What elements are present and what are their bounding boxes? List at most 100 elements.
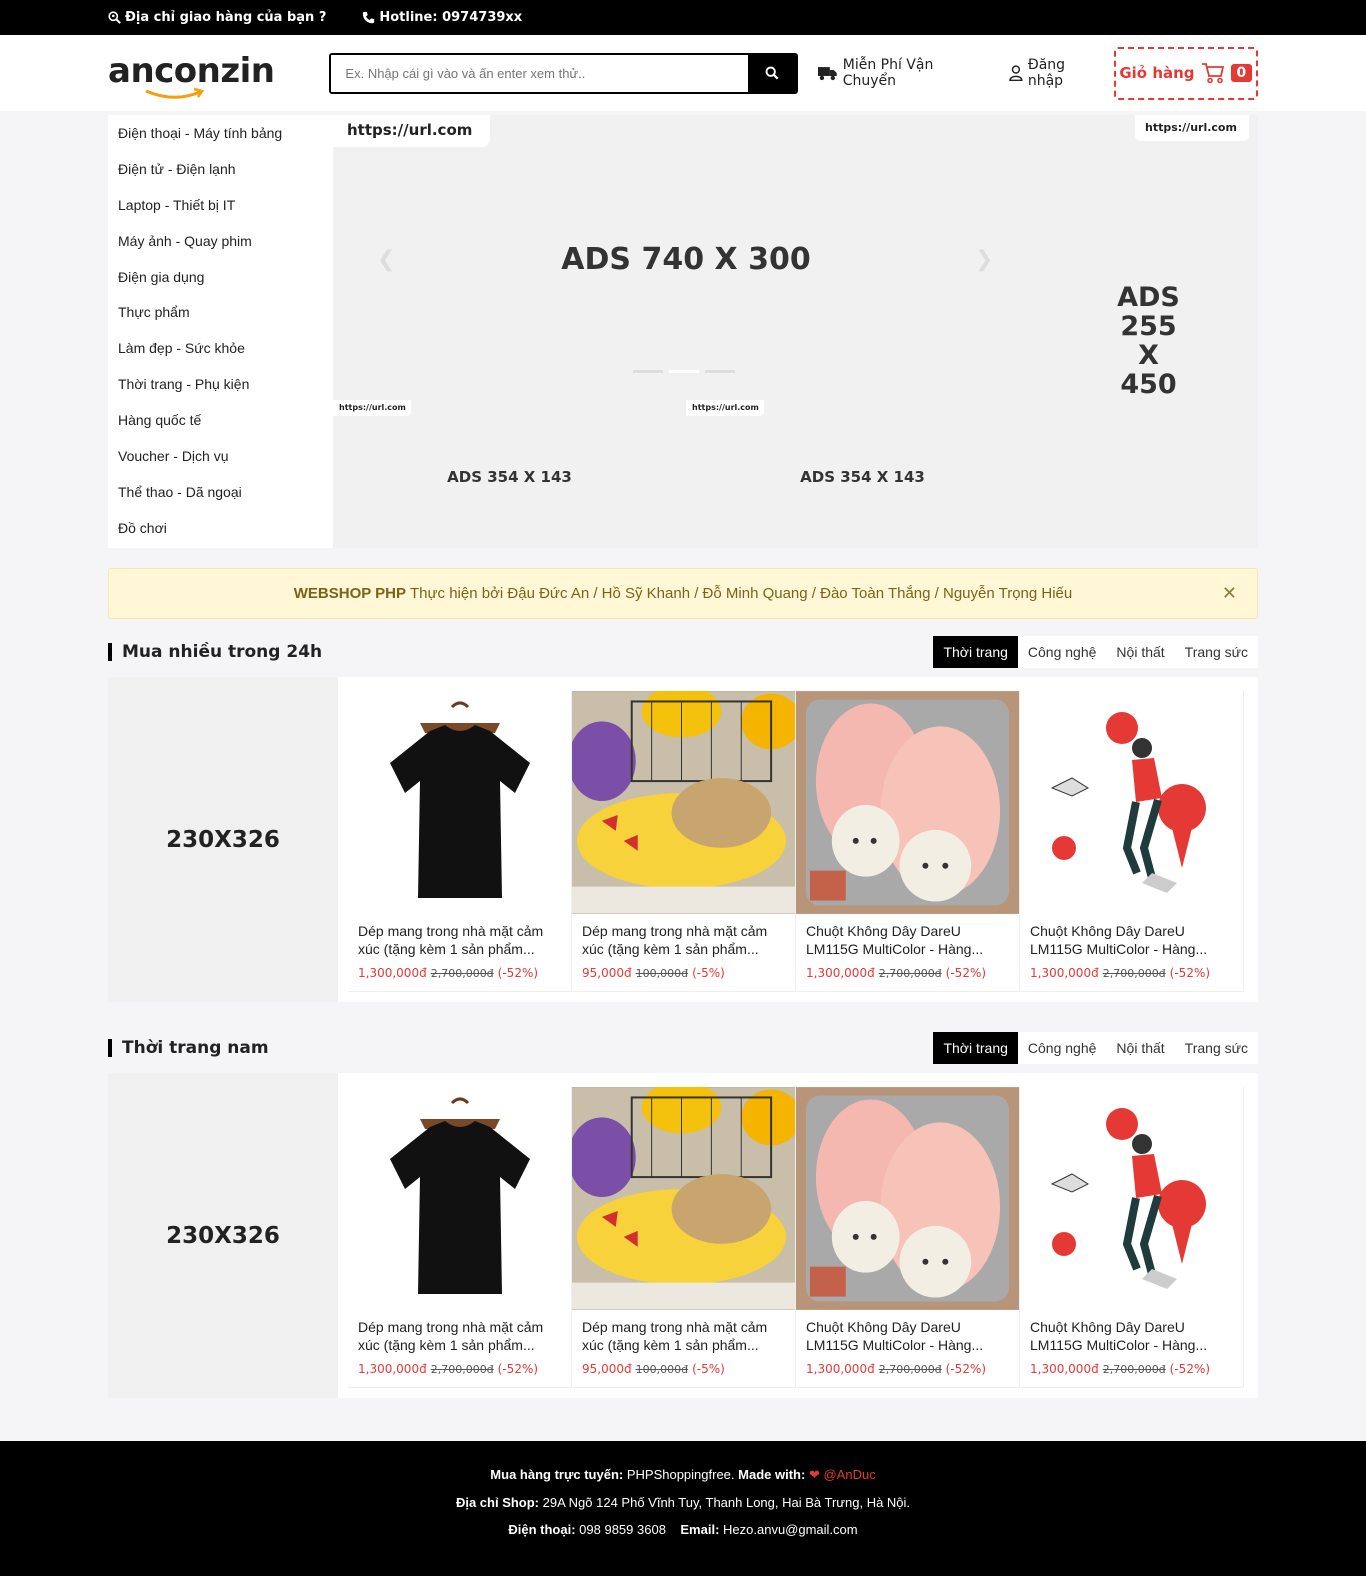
notice-brand: WEBSHOP PHP (293, 585, 406, 602)
email-link[interactable]: Hezo.anvu@gmail.com (723, 1522, 858, 1537)
product-name: Chuột Không Dây DareU LM115G MultiColor … (806, 1319, 984, 1353)
search-button[interactable] (748, 54, 796, 92)
tab-furniture[interactable]: Nội thất (1106, 1032, 1174, 1064)
tab-fashion[interactable]: Thời trang (933, 1032, 1018, 1064)
tab-jewelry[interactable]: Trang sức (1175, 1032, 1258, 1064)
tab-technology[interactable]: Công nghệ (1018, 636, 1107, 668)
product-price-row: 95,000đ 100,000đ (-5%) (572, 1354, 795, 1376)
section-tabs: Thời trang Công nghệ Nội thất Trang sức (933, 1032, 1258, 1064)
product-name: Dép mang trong nhà mặt cảm xúc (tặng kèm… (358, 923, 544, 957)
section-title: Thời trang nam (108, 1039, 269, 1057)
slider-dot[interactable] (705, 370, 735, 373)
phone-icon (363, 11, 375, 24)
hotline-text: Hotline: 0974739xx (379, 10, 523, 25)
logo-text: anconzin (108, 51, 275, 91)
slider-dot[interactable] (633, 370, 663, 373)
heart-icon: ❤ (808, 1467, 820, 1482)
category-item[interactable]: Điện gia dụng (108, 260, 333, 296)
author-link[interactable]: @AnDuc (823, 1467, 875, 1482)
product-old-price: 2,700,000đ (1102, 967, 1166, 980)
category-item[interactable]: Điện tử - Điện lạnh (108, 152, 333, 188)
small-banner[interactable]: https://url.com ADS 354 X 143 (333, 380, 686, 548)
product-name: Chuột Không Dây DareU LM115G MultiColor … (1030, 923, 1208, 957)
cart-button[interactable]: Giỏ hàng 0 (1113, 46, 1258, 100)
product-price: 1,300,000đ (806, 1362, 875, 1376)
product-price: 1,300,000đ (1030, 1362, 1099, 1376)
product-card[interactable]: Dép mang trong nhà mặt cảm xúc (tặng kèm… (572, 1087, 796, 1388)
logo[interactable]: anconzin (108, 45, 329, 101)
idea-illustration-image (1020, 691, 1243, 914)
slider-prev-arrow[interactable]: ❮ (377, 247, 395, 272)
product-discount: (-52%) (1169, 1362, 1211, 1376)
free-shipping-link[interactable]: Miễn Phí Vận Chuyển (818, 57, 989, 89)
category-item[interactable]: Thực phẩm (108, 295, 333, 331)
banner-url-tag: https://url.com (1135, 115, 1249, 141)
promo-banner[interactable]: 230X326 (108, 677, 338, 1002)
search-input[interactable] (331, 54, 748, 92)
address-link[interactable]: Địa chỉ giao hàng của bạn ? (108, 10, 326, 25)
banner-ad-text: ADS 740 X 300 (561, 242, 811, 277)
category-item[interactable]: Thể thao - Dã ngoại (108, 475, 333, 511)
product-price-row: 1,300,000đ 2,700,000đ (-52%) (348, 958, 571, 980)
category-item[interactable]: Voucher - Dịch vụ (108, 439, 333, 475)
category-item[interactable]: Hàng quốc tế (108, 403, 333, 439)
product-card[interactable]: Dép mang trong nhà mặt cảm xúc (tặng kèm… (572, 691, 796, 992)
product-price-row: 1,300,000đ 2,700,000đ (-52%) (796, 958, 1019, 980)
bear-slipper-image (796, 1087, 1019, 1310)
product-name: Dép mang trong nhà mặt cảm xúc (tặng kèm… (582, 1319, 768, 1353)
top-bar: Địa chỉ giao hàng của bạn ? Hotline: 097… (0, 0, 1366, 35)
slider-dot-active[interactable] (669, 370, 699, 373)
banner-url-tag: https://url.com (333, 400, 411, 416)
category-item[interactable]: Đồ chơi (108, 511, 333, 547)
tab-furniture[interactable]: Nội thất (1106, 636, 1174, 668)
product-discount: (-52%) (945, 966, 987, 980)
product-card[interactable]: Chuột Không Dây DareU LM115G MultiColor … (1020, 1087, 1244, 1388)
category-item[interactable]: Thời trang - Phụ kiện (108, 367, 333, 403)
product-card[interactable]: Dép mang trong nhà mặt cảm xúc (tặng kèm… (348, 691, 572, 992)
category-item[interactable]: Làm đẹp - Sức khỏe (108, 331, 333, 367)
tshirt-image (348, 691, 571, 914)
notice-text: Thực hiện bởi Đậu Đức An / Hồ Sỹ Khanh /… (410, 585, 1073, 602)
free-shipping-text: Miễn Phí Vận Chuyển (842, 57, 934, 89)
search-location-icon (108, 11, 121, 24)
side-banner[interactable]: https://url.com ADS 255 X 450 (1039, 115, 1258, 548)
category-item[interactable]: Điện thoại - Máy tính bảng (108, 116, 333, 152)
product-name: Chuột Không Dây DareU LM115G MultiColor … (806, 923, 984, 957)
tab-technology[interactable]: Công nghệ (1018, 1032, 1107, 1064)
tab-jewelry[interactable]: Trang sức (1175, 636, 1258, 668)
main-banner-slider[interactable]: https://url.com ADS 740 X 300 ❮ ❯ (333, 115, 1039, 380)
product-card[interactable]: Chuột Không Dây DareU LM115G MultiColor … (796, 691, 1020, 992)
banner-ad-text: ADS 354 X 143 (447, 468, 572, 486)
category-item[interactable]: Máy ảnh - Quay phim (108, 224, 333, 260)
section-tabs: Thời trang Công nghệ Nội thất Trang sức (933, 636, 1258, 668)
product-price-row: 1,300,000đ 2,700,000đ (-52%) (1020, 1354, 1243, 1376)
login-link[interactable]: Đăng nhập (1009, 57, 1104, 89)
product-card[interactable]: Chuột Không Dây DareU LM115G MultiColor … (1020, 691, 1244, 992)
section-title: Mua nhiều trong 24h (108, 643, 322, 661)
cart-count-badge: 0 (1230, 64, 1253, 82)
cart-label: Giỏ hàng (1119, 64, 1195, 82)
address-text: Địa chỉ giao hàng của bạn ? (125, 10, 327, 25)
category-item[interactable]: Laptop - Thiết bị IT (108, 188, 333, 224)
search-icon (765, 66, 779, 80)
product-price-row: 1,300,000đ 2,700,000đ (-52%) (796, 1354, 1019, 1376)
product-price: 95,000đ (582, 1362, 632, 1376)
small-banner[interactable]: https://url.com ADS 354 X 143 (686, 380, 1039, 548)
product-old-price: 2,700,000đ (430, 1363, 494, 1376)
slider-next-arrow[interactable]: ❯ (975, 247, 993, 272)
truck-icon (818, 66, 837, 80)
product-name: Dép mang trong nhà mặt cảm xúc (tặng kèm… (358, 1319, 544, 1353)
login-text: Đăng nhập (1027, 57, 1066, 89)
product-name: Dép mang trong nhà mặt cảm xúc (tặng kèm… (582, 923, 768, 957)
product-card[interactable]: Chuột Không Dây DareU LM115G MultiColor … (796, 1087, 1020, 1388)
product-discount: (-52%) (497, 966, 539, 980)
promo-banner[interactable]: 230X326 (108, 1073, 338, 1398)
hotline-link[interactable]: Hotline: 0974739xx (362, 10, 522, 25)
tab-fashion[interactable]: Thời trang (933, 636, 1018, 668)
footer-line-1: Mua hàng trực tuyến: PHPShoppingfree. Ma… (490, 1467, 876, 1482)
idea-illustration-image (1020, 1087, 1243, 1310)
close-icon[interactable]: ✕ (1222, 583, 1237, 604)
product-card[interactable]: Dép mang trong nhà mặt cảm xúc (tặng kèm… (348, 1087, 572, 1388)
product-price: 1,300,000đ (358, 966, 427, 980)
product-list: Dép mang trong nhà mặt cảm xúc (tặng kèm… (338, 1073, 1258, 1398)
